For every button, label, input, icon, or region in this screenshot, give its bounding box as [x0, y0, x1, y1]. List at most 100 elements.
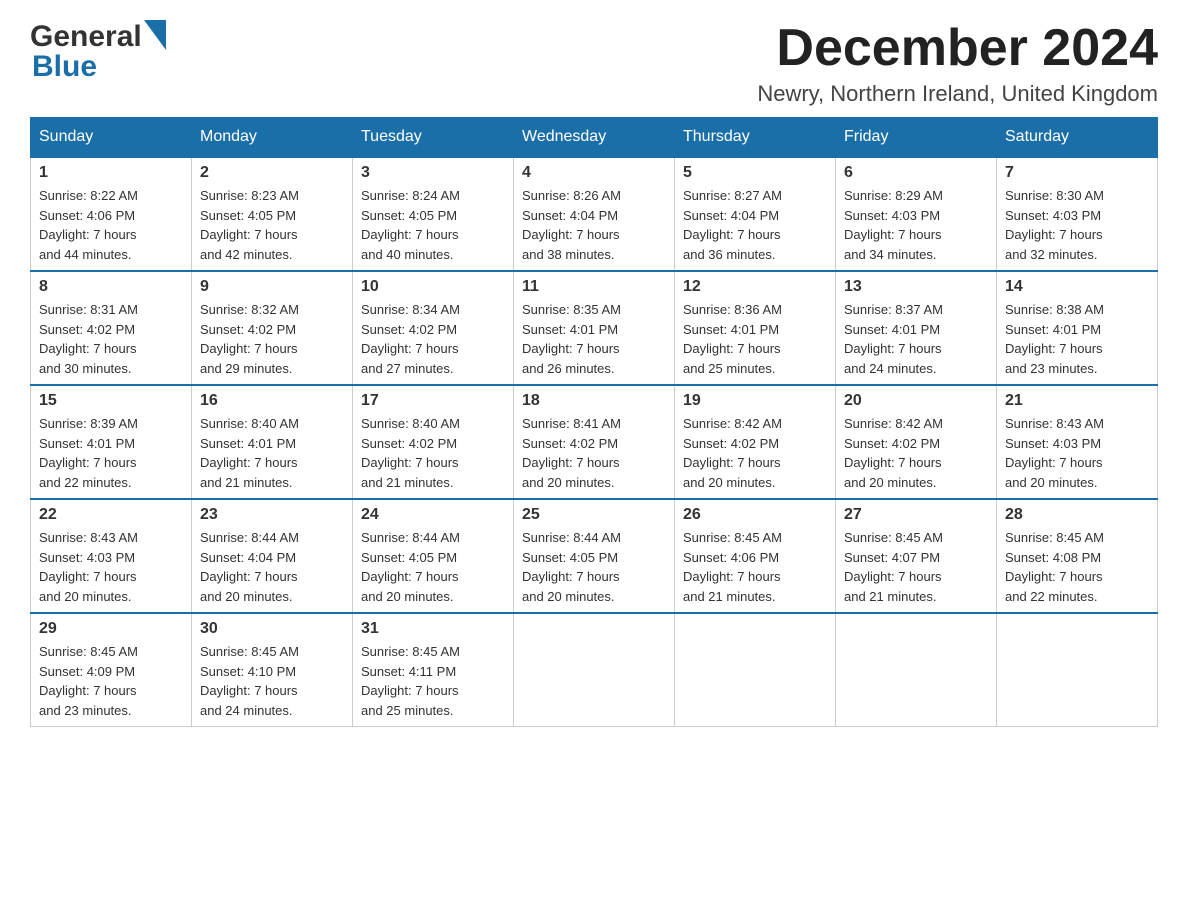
- weekday-header-row: Sunday Monday Tuesday Wednesday Thursday…: [31, 118, 1158, 158]
- day-number: 7: [1005, 164, 1149, 182]
- calendar-cell: 12 Sunrise: 8:36 AM Sunset: 4:01 PM Dayl…: [675, 271, 836, 385]
- week-row-5: 29 Sunrise: 8:45 AM Sunset: 4:09 PM Dayl…: [31, 613, 1158, 727]
- calendar-cell: 22 Sunrise: 8:43 AM Sunset: 4:03 PM Dayl…: [31, 499, 192, 613]
- day-number: 10: [361, 278, 505, 296]
- day-info: Sunrise: 8:39 AM Sunset: 4:01 PM Dayligh…: [39, 414, 183, 492]
- day-info: Sunrise: 8:40 AM Sunset: 4:02 PM Dayligh…: [361, 414, 505, 492]
- header-thursday: Thursday: [675, 118, 836, 158]
- day-number: 28: [1005, 506, 1149, 524]
- day-number: 1: [39, 164, 183, 182]
- page-header: General Blue December 2024 Newry, Northe…: [30, 20, 1158, 107]
- day-info: Sunrise: 8:42 AM Sunset: 4:02 PM Dayligh…: [683, 414, 827, 492]
- logo-arrow-icon: [144, 20, 166, 50]
- header-friday: Friday: [836, 118, 997, 158]
- day-info: Sunrise: 8:45 AM Sunset: 4:09 PM Dayligh…: [39, 642, 183, 720]
- calendar-cell: 18 Sunrise: 8:41 AM Sunset: 4:02 PM Dayl…: [514, 385, 675, 499]
- day-info: Sunrise: 8:31 AM Sunset: 4:02 PM Dayligh…: [39, 300, 183, 378]
- day-number: 15: [39, 392, 183, 410]
- calendar-cell: 1 Sunrise: 8:22 AM Sunset: 4:06 PM Dayli…: [31, 157, 192, 271]
- calendar-cell: 27 Sunrise: 8:45 AM Sunset: 4:07 PM Dayl…: [836, 499, 997, 613]
- day-info: Sunrise: 8:43 AM Sunset: 4:03 PM Dayligh…: [39, 528, 183, 606]
- day-info: Sunrise: 8:37 AM Sunset: 4:01 PM Dayligh…: [844, 300, 988, 378]
- calendar-cell: 20 Sunrise: 8:42 AM Sunset: 4:02 PM Dayl…: [836, 385, 997, 499]
- month-title: December 2024: [757, 20, 1158, 77]
- day-info: Sunrise: 8:23 AM Sunset: 4:05 PM Dayligh…: [200, 186, 344, 264]
- header-monday: Monday: [192, 118, 353, 158]
- day-number: 26: [683, 506, 827, 524]
- day-info: Sunrise: 8:44 AM Sunset: 4:04 PM Dayligh…: [200, 528, 344, 606]
- day-number: 6: [844, 164, 988, 182]
- calendar-cell: 26 Sunrise: 8:45 AM Sunset: 4:06 PM Dayl…: [675, 499, 836, 613]
- day-info: Sunrise: 8:45 AM Sunset: 4:11 PM Dayligh…: [361, 642, 505, 720]
- calendar-cell: 6 Sunrise: 8:29 AM Sunset: 4:03 PM Dayli…: [836, 157, 997, 271]
- calendar-cell: 21 Sunrise: 8:43 AM Sunset: 4:03 PM Dayl…: [997, 385, 1158, 499]
- day-info: Sunrise: 8:38 AM Sunset: 4:01 PM Dayligh…: [1005, 300, 1149, 378]
- day-number: 21: [1005, 392, 1149, 410]
- day-number: 9: [200, 278, 344, 296]
- logo: General Blue: [30, 20, 166, 84]
- calendar-cell: 2 Sunrise: 8:23 AM Sunset: 4:05 PM Dayli…: [192, 157, 353, 271]
- day-number: 18: [522, 392, 666, 410]
- calendar-table: Sunday Monday Tuesday Wednesday Thursday…: [30, 117, 1158, 727]
- day-info: Sunrise: 8:40 AM Sunset: 4:01 PM Dayligh…: [200, 414, 344, 492]
- header-tuesday: Tuesday: [353, 118, 514, 158]
- calendar-cell: 4 Sunrise: 8:26 AM Sunset: 4:04 PM Dayli…: [514, 157, 675, 271]
- day-info: Sunrise: 8:22 AM Sunset: 4:06 PM Dayligh…: [39, 186, 183, 264]
- day-number: 20: [844, 392, 988, 410]
- day-info: Sunrise: 8:36 AM Sunset: 4:01 PM Dayligh…: [683, 300, 827, 378]
- calendar-cell: 11 Sunrise: 8:35 AM Sunset: 4:01 PM Dayl…: [514, 271, 675, 385]
- day-number: 22: [39, 506, 183, 524]
- day-number: 8: [39, 278, 183, 296]
- calendar-cell: 13 Sunrise: 8:37 AM Sunset: 4:01 PM Dayl…: [836, 271, 997, 385]
- day-number: 13: [844, 278, 988, 296]
- day-info: Sunrise: 8:27 AM Sunset: 4:04 PM Dayligh…: [683, 186, 827, 264]
- day-info: Sunrise: 8:43 AM Sunset: 4:03 PM Dayligh…: [1005, 414, 1149, 492]
- week-row-1: 1 Sunrise: 8:22 AM Sunset: 4:06 PM Dayli…: [31, 157, 1158, 271]
- day-number: 25: [522, 506, 666, 524]
- day-info: Sunrise: 8:32 AM Sunset: 4:02 PM Dayligh…: [200, 300, 344, 378]
- logo-general-text: General: [30, 20, 142, 54]
- calendar-cell: 8 Sunrise: 8:31 AM Sunset: 4:02 PM Dayli…: [31, 271, 192, 385]
- week-row-3: 15 Sunrise: 8:39 AM Sunset: 4:01 PM Dayl…: [31, 385, 1158, 499]
- day-info: Sunrise: 8:35 AM Sunset: 4:01 PM Dayligh…: [522, 300, 666, 378]
- calendar-cell: 19 Sunrise: 8:42 AM Sunset: 4:02 PM Dayl…: [675, 385, 836, 499]
- week-row-2: 8 Sunrise: 8:31 AM Sunset: 4:02 PM Dayli…: [31, 271, 1158, 385]
- calendar-cell: [836, 613, 997, 727]
- day-number: 24: [361, 506, 505, 524]
- header-sunday: Sunday: [31, 118, 192, 158]
- day-number: 30: [200, 620, 344, 638]
- day-info: Sunrise: 8:42 AM Sunset: 4:02 PM Dayligh…: [844, 414, 988, 492]
- title-block: December 2024 Newry, Northern Ireland, U…: [757, 20, 1158, 107]
- week-row-4: 22 Sunrise: 8:43 AM Sunset: 4:03 PM Dayl…: [31, 499, 1158, 613]
- day-info: Sunrise: 8:30 AM Sunset: 4:03 PM Dayligh…: [1005, 186, 1149, 264]
- calendar-cell: 7 Sunrise: 8:30 AM Sunset: 4:03 PM Dayli…: [997, 157, 1158, 271]
- location-subtitle: Newry, Northern Ireland, United Kingdom: [757, 81, 1158, 107]
- calendar-cell: 17 Sunrise: 8:40 AM Sunset: 4:02 PM Dayl…: [353, 385, 514, 499]
- header-saturday: Saturday: [997, 118, 1158, 158]
- day-number: 4: [522, 164, 666, 182]
- calendar-cell: 30 Sunrise: 8:45 AM Sunset: 4:10 PM Dayl…: [192, 613, 353, 727]
- day-number: 29: [39, 620, 183, 638]
- day-number: 14: [1005, 278, 1149, 296]
- calendar-cell: 24 Sunrise: 8:44 AM Sunset: 4:05 PM Dayl…: [353, 499, 514, 613]
- day-number: 31: [361, 620, 505, 638]
- calendar-cell: 29 Sunrise: 8:45 AM Sunset: 4:09 PM Dayl…: [31, 613, 192, 727]
- calendar-cell: 28 Sunrise: 8:45 AM Sunset: 4:08 PM Dayl…: [997, 499, 1158, 613]
- calendar-cell: 14 Sunrise: 8:38 AM Sunset: 4:01 PM Dayl…: [997, 271, 1158, 385]
- day-number: 16: [200, 392, 344, 410]
- day-number: 19: [683, 392, 827, 410]
- day-number: 17: [361, 392, 505, 410]
- header-wednesday: Wednesday: [514, 118, 675, 158]
- calendar-cell: 16 Sunrise: 8:40 AM Sunset: 4:01 PM Dayl…: [192, 385, 353, 499]
- day-number: 5: [683, 164, 827, 182]
- calendar-cell: 23 Sunrise: 8:44 AM Sunset: 4:04 PM Dayl…: [192, 499, 353, 613]
- day-info: Sunrise: 8:45 AM Sunset: 4:06 PM Dayligh…: [683, 528, 827, 606]
- logo-blue-text: Blue: [32, 50, 97, 84]
- day-number: 27: [844, 506, 988, 524]
- day-info: Sunrise: 8:34 AM Sunset: 4:02 PM Dayligh…: [361, 300, 505, 378]
- day-number: 2: [200, 164, 344, 182]
- calendar-cell: 3 Sunrise: 8:24 AM Sunset: 4:05 PM Dayli…: [353, 157, 514, 271]
- calendar-cell: [514, 613, 675, 727]
- day-info: Sunrise: 8:29 AM Sunset: 4:03 PM Dayligh…: [844, 186, 988, 264]
- day-number: 3: [361, 164, 505, 182]
